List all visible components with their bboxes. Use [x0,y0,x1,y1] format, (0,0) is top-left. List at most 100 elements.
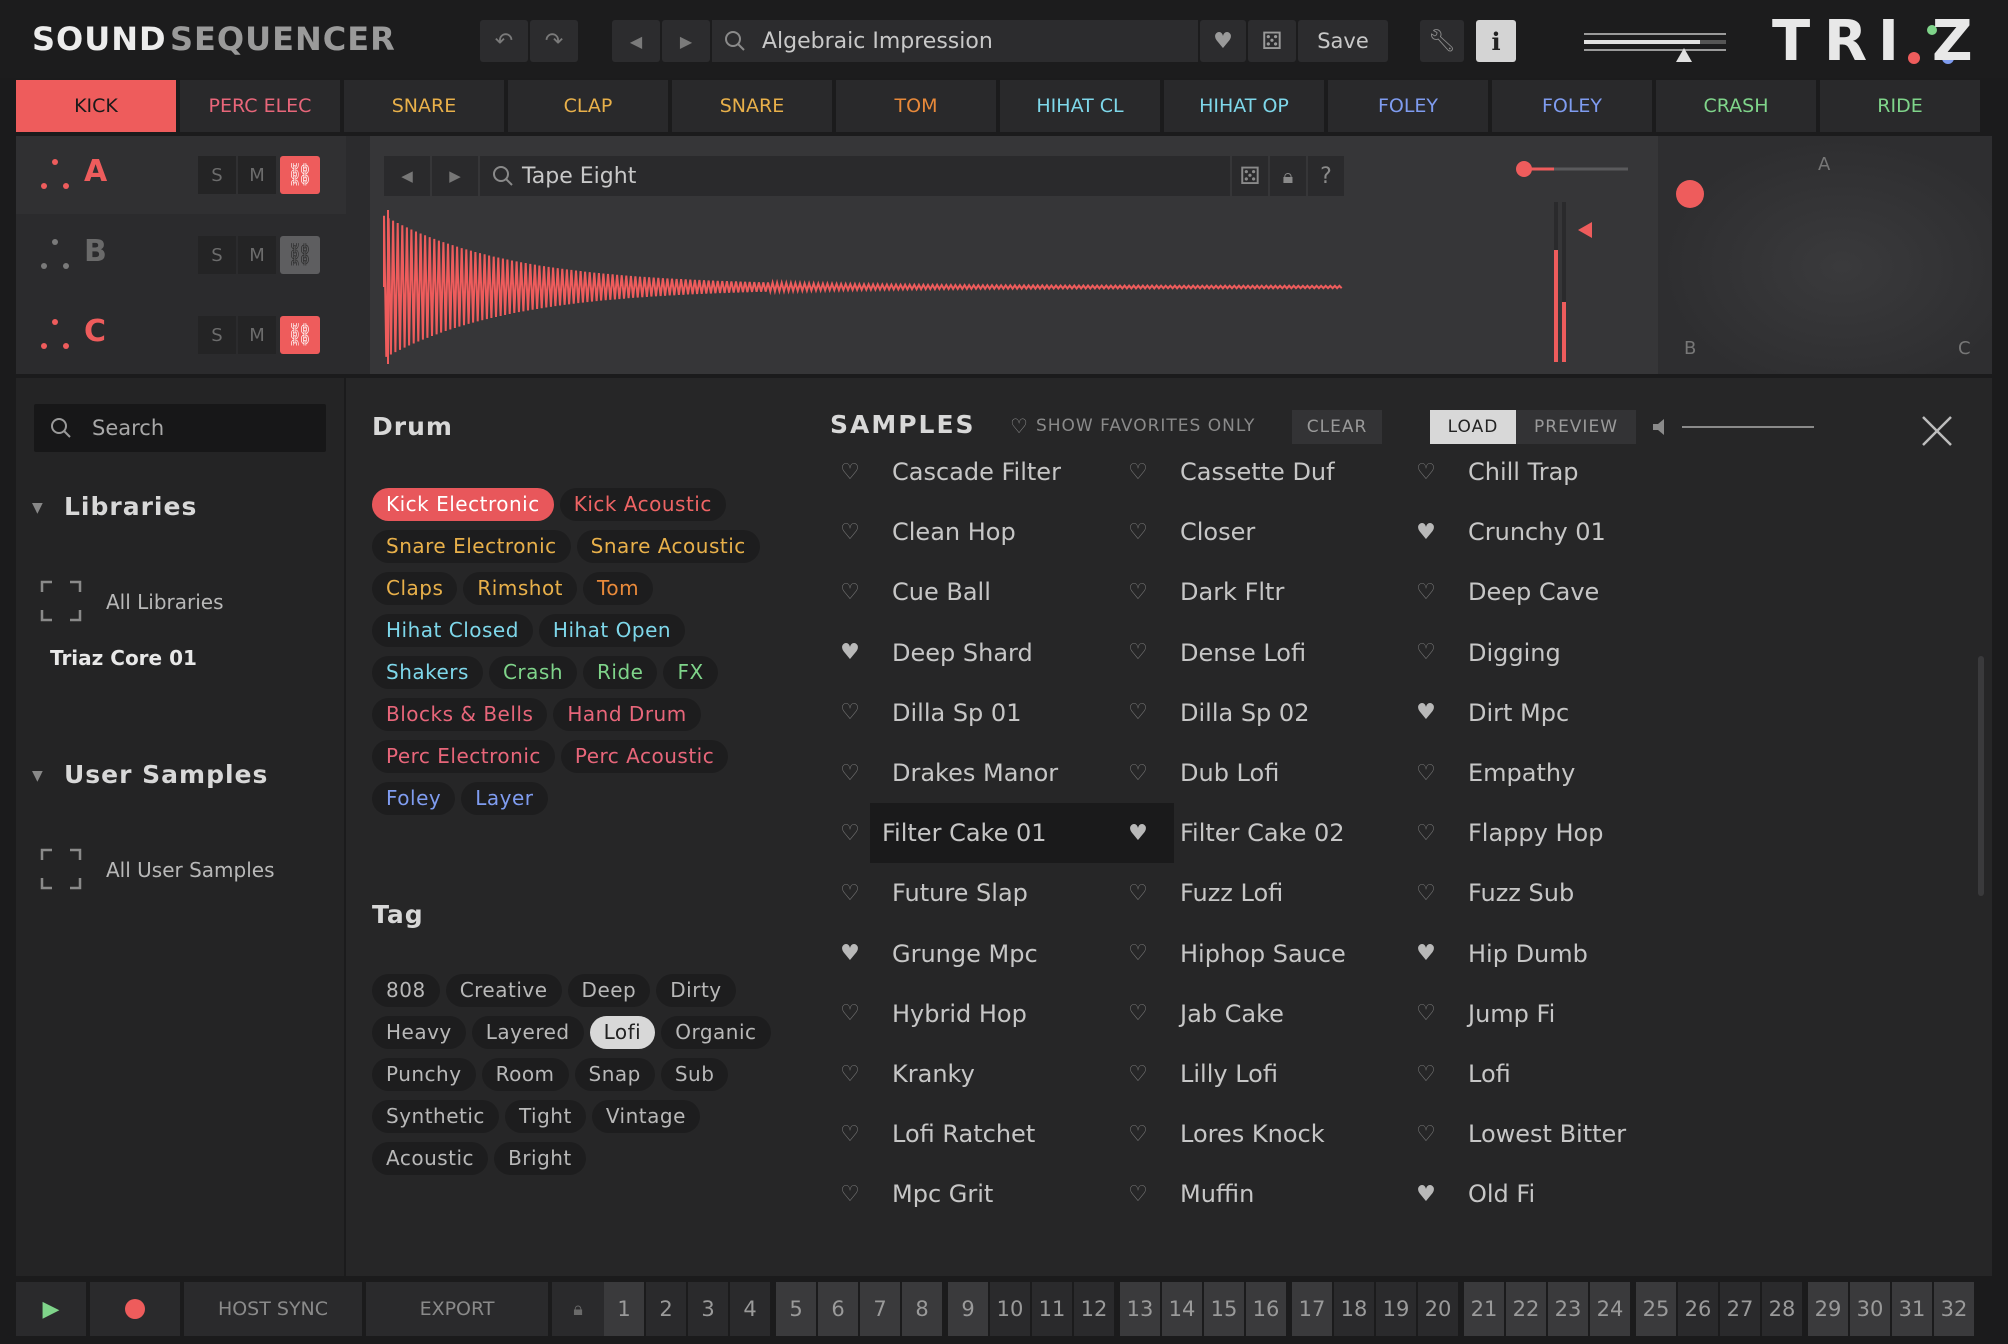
libraries-collapse-icon[interactable]: ▼ [32,500,43,516]
master-volume-slider[interactable] [1580,28,1730,64]
heart-outline-icon[interactable]: ♡ [1118,761,1158,786]
sample-row[interactable]: ♡ Deep Cave [1406,564,1599,620]
drum-category-chip[interactable]: Kick Acoustic [559,488,726,521]
step-button[interactable]: 8 [902,1282,942,1336]
sample-row[interactable]: ♥ Filter Cake 02 [1118,805,1344,861]
step-button[interactable]: 18 [1334,1282,1374,1336]
tab-crash[interactable]: CRASH [1656,80,1816,132]
tab-perc-elec[interactable]: PERC ELEC [180,80,340,132]
user-samples-collapse-icon[interactable]: ▼ [32,768,43,784]
drum-category-chip[interactable]: Layer [461,782,548,815]
drum-category-chip[interactable]: Claps [372,572,458,605]
sample-row[interactable]: ♡ Dark Fltr [1118,564,1284,620]
randomize-preset-button[interactable]: ⚄ [1248,20,1296,62]
tab-snare[interactable]: SNARE [672,80,832,132]
sample-row[interactable]: ♡ Mpc Grit [830,1166,993,1222]
sample-row[interactable]: ♡ Kranky [830,1046,975,1102]
tab-foley[interactable]: FOLEY [1328,80,1488,132]
step-button[interactable]: 9 [948,1282,988,1336]
layer-row-c[interactable]: C S M ⛓︎ [16,296,346,374]
sample-row[interactable]: ♡ Lowest Bitter [1406,1106,1626,1162]
heart-outline-icon[interactable]: ♡ [830,1001,870,1026]
tag-chip[interactable]: Synthetic [372,1100,499,1133]
sample-list-scrollbar[interactable] [1978,656,1984,896]
tag-chip[interactable]: Organic [661,1016,771,1049]
drum-category-chip[interactable]: Perc Electronic [372,740,555,773]
heart-outline-icon[interactable]: ♡ [1118,1182,1158,1207]
heart-outline-icon[interactable]: ♡ [1406,1001,1446,1026]
layer-a-mute[interactable]: M [238,156,276,194]
drum-category-chip[interactable]: Perc Acoustic [560,740,729,773]
tag-chip[interactable]: Dirty [656,974,736,1007]
layer-b-mute[interactable]: M [238,236,276,274]
heart-outline-icon[interactable]: ♡ [1406,761,1446,786]
sample-next-button[interactable]: ▶ [432,156,480,196]
sample-row[interactable]: ♡ Muffin [1118,1166,1254,1222]
host-sync-button[interactable]: HOST SYNC [184,1282,362,1336]
sample-row[interactable]: ♡ Fuzz Sub [1406,865,1574,921]
sample-row[interactable]: ♡ Lofi Ratchet [830,1106,1035,1162]
drum-category-chip[interactable]: Ride [583,656,658,689]
step-button[interactable]: 1 [604,1282,644,1336]
heart-outline-icon[interactable]: ♡ [830,460,870,485]
preset-next-button[interactable]: ▶ [662,20,710,62]
step-button[interactable]: 20 [1418,1282,1458,1336]
sample-row[interactable]: ♡ Hybrid Hop [830,986,1027,1042]
heart-outline-icon[interactable]: ♡ [830,520,870,545]
all-user-samples-item[interactable]: All User Samples [106,858,275,882]
lock-sample-button[interactable]: 🔒︎ [1268,156,1306,196]
heart-filled-icon[interactable]: ♥ [1406,1182,1446,1207]
layer-row-a[interactable]: A S M ⛓︎ [16,136,346,214]
drum-category-chip[interactable]: Hand Drum [553,698,701,731]
preset-prev-button[interactable]: ◀ [612,20,660,62]
drum-category-chip[interactable]: Kick Electronic [372,488,554,521]
step-button[interactable]: 25 [1636,1282,1676,1336]
sample-row[interactable]: ♡ Empathy [1406,745,1575,801]
libraries-heading[interactable]: Libraries [64,492,197,521]
sample-row[interactable]: ♥ Dirt Mpc [1406,685,1569,741]
sample-row[interactable]: ♡ Cascade Filter [830,444,1061,500]
sample-row[interactable]: ♡ Chill Trap [1406,444,1578,500]
xy-pad-handle[interactable] [1676,180,1704,208]
heart-outline-icon[interactable]: ♡ [830,821,870,846]
sample-row[interactable]: ♡ Dilla Sp 01 [830,685,1021,741]
drum-category-chip[interactable]: Hihat Closed [372,614,533,647]
tag-chip[interactable]: Room [481,1058,569,1091]
heart-outline-icon[interactable]: ♡ [830,1062,870,1087]
save-button[interactable]: Save [1298,20,1388,62]
tag-chip[interactable]: Tight [504,1100,586,1133]
step-button[interactable]: 32 [1934,1282,1974,1336]
layer-b-solo[interactable]: S [198,236,236,274]
layer-volume-slider[interactable] [1514,154,1634,184]
sample-row[interactable]: ♡ Future Slap [830,865,1028,921]
heart-outline-icon[interactable]: ♡ [1406,1062,1446,1087]
heart-outline-icon[interactable]: ♡ [830,580,870,605]
sample-row[interactable]: ♡ Drakes Manor [830,745,1058,801]
tag-chip[interactable]: Deep [567,974,651,1007]
export-button[interactable]: EXPORT [366,1282,548,1336]
tag-chip[interactable]: Bright [494,1142,586,1175]
heart-outline-icon[interactable]: ♡ [1406,640,1446,665]
step-button[interactable]: 31 [1892,1282,1932,1336]
step-button[interactable]: 10 [990,1282,1030,1336]
sample-row[interactable]: ♡ Lofi [1406,1046,1511,1102]
tab-snare[interactable]: SNARE [344,80,504,132]
step-button[interactable]: 4 [730,1282,770,1336]
undo-button[interactable]: ↶ [480,20,528,62]
tab-hihat-op[interactable]: HIHAT OP [1164,80,1324,132]
step-button[interactable]: 30 [1850,1282,1890,1336]
sample-row[interactable]: ♡ Digging [1406,625,1561,681]
step-button[interactable]: 7 [860,1282,900,1336]
step-button[interactable]: 17 [1292,1282,1332,1336]
drum-category-chip[interactable]: Snare Acoustic [576,530,760,563]
sample-row[interactable]: ♡ Closer [1118,504,1255,560]
step-button[interactable]: 13 [1120,1282,1160,1336]
step-button[interactable]: 19 [1376,1282,1416,1336]
record-button[interactable] [90,1282,180,1336]
step-button[interactable]: 27 [1720,1282,1760,1336]
step-button[interactable]: 11 [1032,1282,1072,1336]
all-libraries-item[interactable]: All Libraries [106,590,224,614]
drum-category-chip[interactable]: Hihat Open [538,614,686,647]
step-button[interactable]: 14 [1162,1282,1202,1336]
heart-outline-icon[interactable]: ♡ [830,881,870,906]
